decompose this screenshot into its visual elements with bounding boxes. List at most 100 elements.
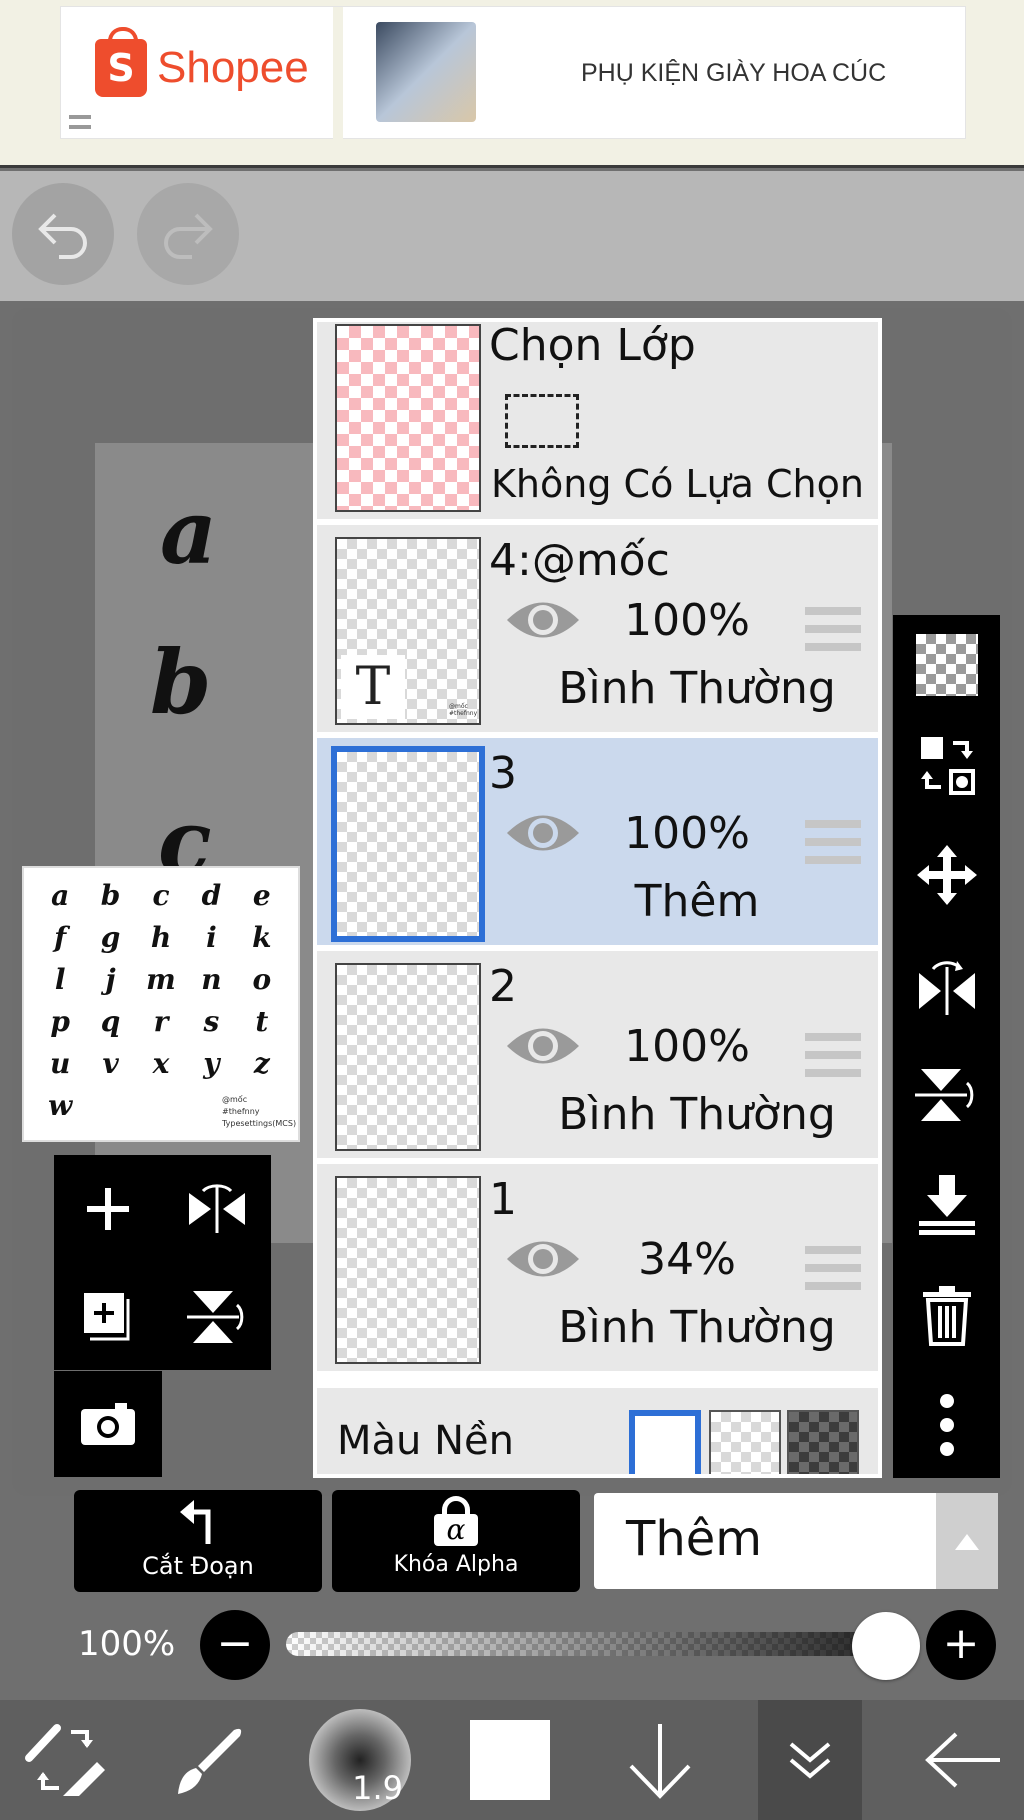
opacity-value: 100% <box>78 1624 176 1664</box>
preview-letter: c <box>152 879 170 912</box>
eye-icon[interactable] <box>505 595 581 645</box>
flip-horizontal-button[interactable] <box>163 1155 271 1262</box>
preview-letter: h <box>150 921 172 954</box>
selection-marquee-icon <box>505 394 579 448</box>
merge-down-icon <box>918 1175 975 1235</box>
add-layer-button[interactable] <box>54 1155 162 1262</box>
flip-vertical-layer-button[interactable] <box>893 1045 1000 1145</box>
layer-row[interactable]: 1 34% Bình Thường <box>317 1164 878 1374</box>
layer-blend-mode: Thêm <box>634 876 760 927</box>
layer-thumbnail <box>335 963 481 1151</box>
color-button[interactable] <box>460 1700 560 1820</box>
right-tool-panel <box>893 615 1000 1478</box>
duplicate-layer-button[interactable] <box>54 1263 162 1370</box>
eye-icon[interactable] <box>505 808 581 858</box>
transparency-button[interactable] <box>893 615 1000 715</box>
flip-vertical-button[interactable] <box>163 1263 271 1370</box>
move-icon <box>916 845 977 905</box>
undo-button[interactable] <box>12 183 114 285</box>
double-chevron-down-icon <box>789 1742 831 1779</box>
background-dark-swatch[interactable] <box>787 1410 859 1474</box>
opacity-increase-button[interactable]: + <box>926 1610 996 1680</box>
tool-switch-button[interactable] <box>0 1700 130 1820</box>
preview-letter: p <box>50 1005 70 1038</box>
alpha-lock-button[interactable]: α Khóa Alpha <box>332 1490 580 1592</box>
background-transparent-swatch[interactable] <box>709 1410 781 1474</box>
layer-name: 2 <box>489 961 517 1012</box>
ad-product-image <box>376 22 476 122</box>
selection-layer[interactable]: Chọn Lớp Không Có Lựa Chọn <box>317 322 878 522</box>
layers-panel: Chọn Lớp Không Có Lựa Chọn T @mốc #thefnn… <box>313 318 882 1478</box>
flip-vertical-icon <box>187 1290 244 1343</box>
flip-horizontal-layer-button[interactable] <box>893 935 1000 1035</box>
clipping-button[interactable]: Cắt Đoạn <box>74 1490 322 1592</box>
eye-icon[interactable] <box>505 1234 581 1284</box>
trash-icon <box>922 1286 971 1346</box>
duplicate-icon <box>84 1292 130 1340</box>
shopee-brand: Shopee <box>157 43 309 92</box>
layer-row[interactable]: 3 100% Thêm <box>317 738 878 948</box>
clipping-label: Cắt Đoạn <box>142 1552 254 1580</box>
alpha-symbol: α <box>434 1514 478 1546</box>
ad-menu-icon[interactable] <box>69 115 91 129</box>
chevron-up-icon[interactable] <box>936 1493 998 1589</box>
layer-opacity: 100% <box>624 1021 750 1072</box>
swap-icon <box>920 737 975 795</box>
back-button[interactable] <box>900 1700 1024 1820</box>
ad-card[interactable]: S Shopee PHỤ KIỆN GIÀY HOA CÚC <box>60 6 966 140</box>
preview-letter: g <box>100 921 121 954</box>
preview-letter: v <box>102 1047 119 1080</box>
merge-down-button[interactable] <box>893 1155 1000 1255</box>
delete-layer-button[interactable] <box>893 1265 1000 1365</box>
layer-down-button[interactable] <box>610 1700 710 1820</box>
preview-letter: y <box>203 1047 220 1080</box>
camera-button[interactable] <box>54 1371 162 1477</box>
layers-menu-button[interactable] <box>758 1700 862 1820</box>
canvas-preview[interactable]: abcde fgh i k l jmno pqr s t uvxyz w @mốc #thefnny… <box>22 866 300 1142</box>
drag-handle-icon[interactable] <box>805 1033 861 1077</box>
canvas-glyph: b <box>150 630 212 734</box>
layer-blend-mode: Bình Thường <box>558 1302 836 1353</box>
drag-handle-icon[interactable] <box>805 607 861 651</box>
swap-layers-button[interactable] <box>893 715 1000 815</box>
redo-button[interactable] <box>137 183 239 285</box>
brush-tool-button[interactable] <box>150 1700 270 1820</box>
preview-note-line: #thefnny <box>222 1107 260 1116</box>
layer-thumbnail <box>331 746 485 942</box>
background-white-swatch[interactable] <box>629 1410 701 1474</box>
preview-letter: d <box>201 879 222 912</box>
opacity-decrease-button[interactable]: − <box>200 1610 270 1680</box>
brush-size-button[interactable]: 1.9 <box>300 1700 420 1820</box>
layer-row[interactable]: T @mốc #thefnny 4:@mốc 100% Bình Thường <box>317 525 878 735</box>
ad-divider <box>333 7 343 140</box>
layer-row[interactable]: 2 100% Bình Thường <box>317 951 878 1161</box>
blend-mode-value: Thêm <box>626 1511 763 1567</box>
shopee-bag-icon: S <box>95 27 147 97</box>
flip-horizontal-icon <box>189 1183 245 1233</box>
more-icon <box>939 1394 954 1456</box>
drag-handle-icon[interactable] <box>805 820 861 864</box>
eye-icon[interactable] <box>505 1021 581 1071</box>
opacity-slider-knob[interactable] <box>852 1612 920 1680</box>
more-options-button[interactable] <box>893 1375 1000 1475</box>
layer-name: 1 <box>489 1174 517 1225</box>
text-layer-mark: T <box>341 655 405 719</box>
flip-vertical-icon <box>914 1069 973 1121</box>
layer-name: 4:@mốc <box>489 535 670 586</box>
ad-banner[interactable]: S Shopee PHỤ KIỆN GIÀY HOA CÚC <box>0 0 1024 168</box>
layer-thumbnail <box>335 1176 481 1364</box>
layer-blend-mode: Bình Thường <box>558 663 836 714</box>
move-button[interactable] <box>893 825 1000 925</box>
layer-thumbnail: T @mốc #thefnny <box>335 537 481 725</box>
preview-letter: l <box>54 963 66 996</box>
preview-letter: j <box>105 963 116 996</box>
blend-mode-select[interactable]: Thêm <box>594 1493 998 1589</box>
opacity-row: 100% − + <box>0 1600 1024 1690</box>
preview-letter: e <box>252 879 271 912</box>
drag-handle-icon[interactable] <box>805 1246 861 1290</box>
preview-letter: m <box>146 963 176 996</box>
ad-text: PHỤ KIỆN GIÀY HOA CÚC <box>581 59 887 87</box>
opacity-slider-track[interactable] <box>286 1632 886 1656</box>
preview-letter: t <box>255 1005 269 1038</box>
preview-letter: q <box>100 1005 121 1038</box>
